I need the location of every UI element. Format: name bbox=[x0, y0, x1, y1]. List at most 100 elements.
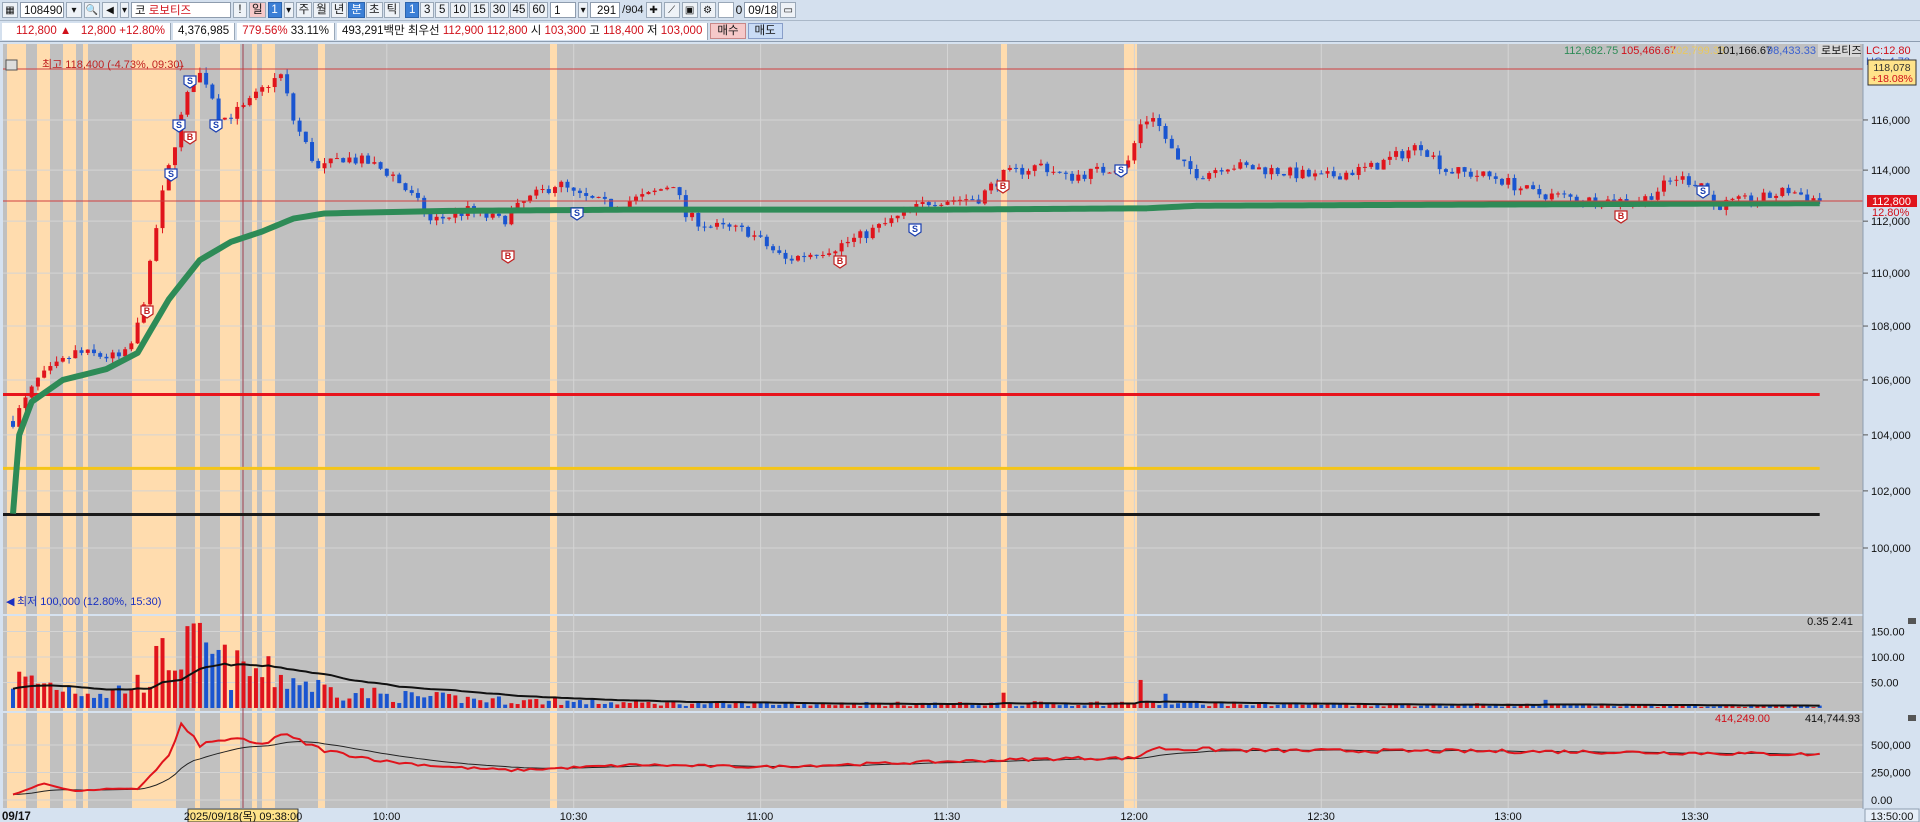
candle-body bbox=[1780, 187, 1785, 196]
candle-body bbox=[440, 216, 445, 219]
volume-bar bbox=[85, 693, 90, 708]
start-date: 09/17 bbox=[2, 811, 31, 822]
grid-toggle-icon[interactable] bbox=[5, 59, 18, 71]
volume-bar bbox=[814, 704, 819, 708]
marker-label: B bbox=[1618, 211, 1625, 221]
volume-bar bbox=[939, 704, 944, 708]
indicator-pane-close-icon[interactable] bbox=[1908, 715, 1916, 721]
indicator-legend-red: 414,249.00 bbox=[1715, 713, 1770, 725]
volume-bar bbox=[104, 697, 109, 708]
price-tick-label: 108,000 bbox=[1871, 321, 1911, 333]
volume-pane-close-icon[interactable] bbox=[1908, 618, 1916, 624]
volume-bar bbox=[702, 704, 707, 708]
volume-bar bbox=[559, 704, 564, 708]
candle-body bbox=[852, 237, 857, 242]
candle-body bbox=[334, 158, 339, 160]
candle-body bbox=[35, 377, 40, 387]
volume-bar bbox=[303, 681, 308, 708]
candle-body bbox=[690, 212, 695, 218]
candle-body bbox=[1082, 174, 1087, 179]
highlight-band bbox=[63, 44, 76, 614]
volume-bar bbox=[590, 699, 595, 708]
volume-bar bbox=[820, 703, 825, 708]
volume-bar bbox=[970, 704, 975, 708]
highlight-band bbox=[262, 713, 275, 808]
candle-body bbox=[1524, 185, 1529, 189]
volume-bar bbox=[378, 693, 383, 708]
candle-body bbox=[253, 91, 258, 99]
candle-body bbox=[795, 255, 800, 261]
volume-bar bbox=[621, 702, 626, 708]
marker-label: B bbox=[144, 306, 151, 316]
candle-body bbox=[1369, 162, 1374, 167]
price-chart[interactable]: SS SSSSSSBBB BBB 최고 118,400 (-4.73%, 09:30… bbox=[0, 0, 1920, 822]
candle-body bbox=[1163, 126, 1168, 139]
candle-body bbox=[98, 353, 103, 357]
volume-bar bbox=[67, 686, 72, 708]
volume-bar bbox=[278, 674, 283, 708]
volume-bar bbox=[197, 622, 202, 708]
candle-body bbox=[54, 361, 59, 367]
high-arrow-icon: → bbox=[175, 59, 186, 71]
candle-body bbox=[933, 205, 938, 207]
volume-bar bbox=[1344, 704, 1349, 708]
candle-body bbox=[1325, 171, 1330, 174]
candle-body bbox=[1088, 168, 1093, 179]
volume-bar bbox=[1269, 706, 1274, 708]
candle-body bbox=[1805, 194, 1810, 201]
candle-body bbox=[204, 72, 209, 85]
candle-body bbox=[1294, 167, 1299, 179]
volume-bar bbox=[79, 696, 84, 708]
candle-body bbox=[1288, 167, 1293, 176]
highlight-band bbox=[318, 713, 325, 808]
time-tick-label: 12:00 bbox=[1120, 811, 1148, 822]
candle-body bbox=[1481, 171, 1486, 176]
candle-body bbox=[1244, 162, 1249, 166]
candle-body bbox=[577, 190, 582, 194]
highlight-band bbox=[132, 713, 176, 808]
candle-body bbox=[1462, 167, 1467, 172]
candle-body bbox=[353, 157, 358, 164]
candle-body bbox=[42, 370, 47, 378]
volume-bar bbox=[1512, 706, 1517, 708]
time-tick-label: 10:30 bbox=[560, 811, 588, 822]
volume-bar bbox=[397, 703, 402, 708]
candle-body bbox=[1506, 177, 1511, 185]
candle-body bbox=[316, 160, 321, 169]
volume-bar bbox=[1699, 706, 1704, 708]
volume-bar bbox=[35, 683, 40, 708]
indicator-pane[interactable] bbox=[3, 713, 1863, 808]
candle-body bbox=[1742, 195, 1747, 197]
time-tick-label: 11:30 bbox=[934, 811, 961, 822]
candle-body bbox=[646, 192, 651, 195]
candle-body bbox=[976, 199, 981, 204]
candle-body bbox=[266, 87, 271, 89]
volume-bar bbox=[216, 649, 221, 708]
volume-bar bbox=[833, 705, 838, 708]
candle-body bbox=[391, 174, 396, 176]
candle-body bbox=[503, 215, 508, 225]
candle-body bbox=[148, 260, 153, 305]
candle-body bbox=[864, 231, 869, 239]
candle-body bbox=[883, 223, 888, 225]
highlight-band bbox=[7, 616, 26, 711]
volume-bar bbox=[658, 705, 663, 708]
candle-body bbox=[1680, 176, 1685, 180]
candle-body bbox=[658, 189, 663, 191]
highlight-band bbox=[1001, 44, 1007, 614]
volume-bar bbox=[808, 705, 813, 708]
candle-body bbox=[1443, 169, 1448, 172]
candle-body bbox=[1306, 169, 1311, 177]
volume-bar bbox=[627, 702, 632, 708]
volume-bar bbox=[565, 700, 570, 708]
volume-bar bbox=[1151, 702, 1156, 708]
volume-bar bbox=[135, 674, 140, 708]
candle-body bbox=[1176, 148, 1181, 160]
volume-bar bbox=[509, 703, 514, 708]
highlight-band bbox=[37, 713, 50, 808]
candle-body bbox=[347, 157, 352, 163]
volume-bar bbox=[540, 704, 545, 708]
time-tick-label: 13:30 bbox=[1681, 811, 1709, 822]
candle-body bbox=[1188, 161, 1193, 170]
price-pane[interactable] bbox=[3, 44, 1863, 614]
